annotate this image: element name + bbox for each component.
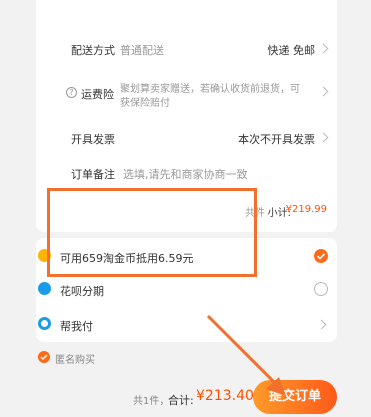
chevron-right-icon [316, 319, 327, 330]
freight-insurance-label: 运费险 [81, 88, 114, 101]
taobao-coin-label: 可用659淘金币抵用6.59元 [60, 252, 194, 265]
checkbox-checked-icon[interactable] [314, 249, 328, 263]
huabei-label: 花呗分期 [60, 285, 104, 298]
question-icon[interactable]: ? [66, 87, 77, 98]
total-count: 共1件， [133, 396, 170, 407]
shipping-method-value: 普通配送 [120, 44, 164, 57]
radio-empty-icon[interactable] [314, 282, 328, 296]
help-pay-label: 帮我付 [60, 320, 93, 333]
shipping-label: 配送方式 [71, 44, 115, 57]
total-label: 合计: [168, 394, 194, 407]
coin-icon [38, 249, 51, 262]
total-amount: ¥213.40 [196, 388, 254, 404]
anonymous-purchase-label: 匿名购买 [55, 355, 95, 366]
order-note-label: 订单备注 [71, 168, 115, 181]
order-details-card: 配送方式 普通配送 快递 免邮 ? 运费险 聚划算卖家赠送，若确认收货前退货，可… [36, 0, 337, 232]
submit-order-button[interactable]: 提交订单 [253, 380, 337, 414]
order-note-input[interactable]: 选填,请先和商家协商一致 [123, 166, 248, 182]
chevron-right-icon [318, 132, 329, 143]
freight-insurance-desc-2: 获保险赔付 [120, 98, 170, 109]
shipping-right-value: 快递 免邮 [267, 44, 316, 57]
subtotal-count: 共件 [245, 208, 265, 219]
invoice-label: 开具发票 [71, 133, 115, 146]
help-pay-icon [38, 317, 51, 330]
payment-options-card: 可用659淘金币抵用6.59元 花呗分期 帮我付 [36, 238, 337, 342]
invoice-value: 本次不开具发票 [238, 133, 315, 146]
huabei-icon [38, 282, 51, 295]
chevron-right-icon [318, 86, 329, 97]
subtotal-amount: ¥219.99 [285, 204, 327, 215]
checkbox-checked-icon [38, 351, 50, 363]
chevron-right-icon [318, 43, 329, 54]
freight-insurance-desc-1: 聚划算卖家赠送，若确认收货前退货，可 [120, 84, 300, 95]
